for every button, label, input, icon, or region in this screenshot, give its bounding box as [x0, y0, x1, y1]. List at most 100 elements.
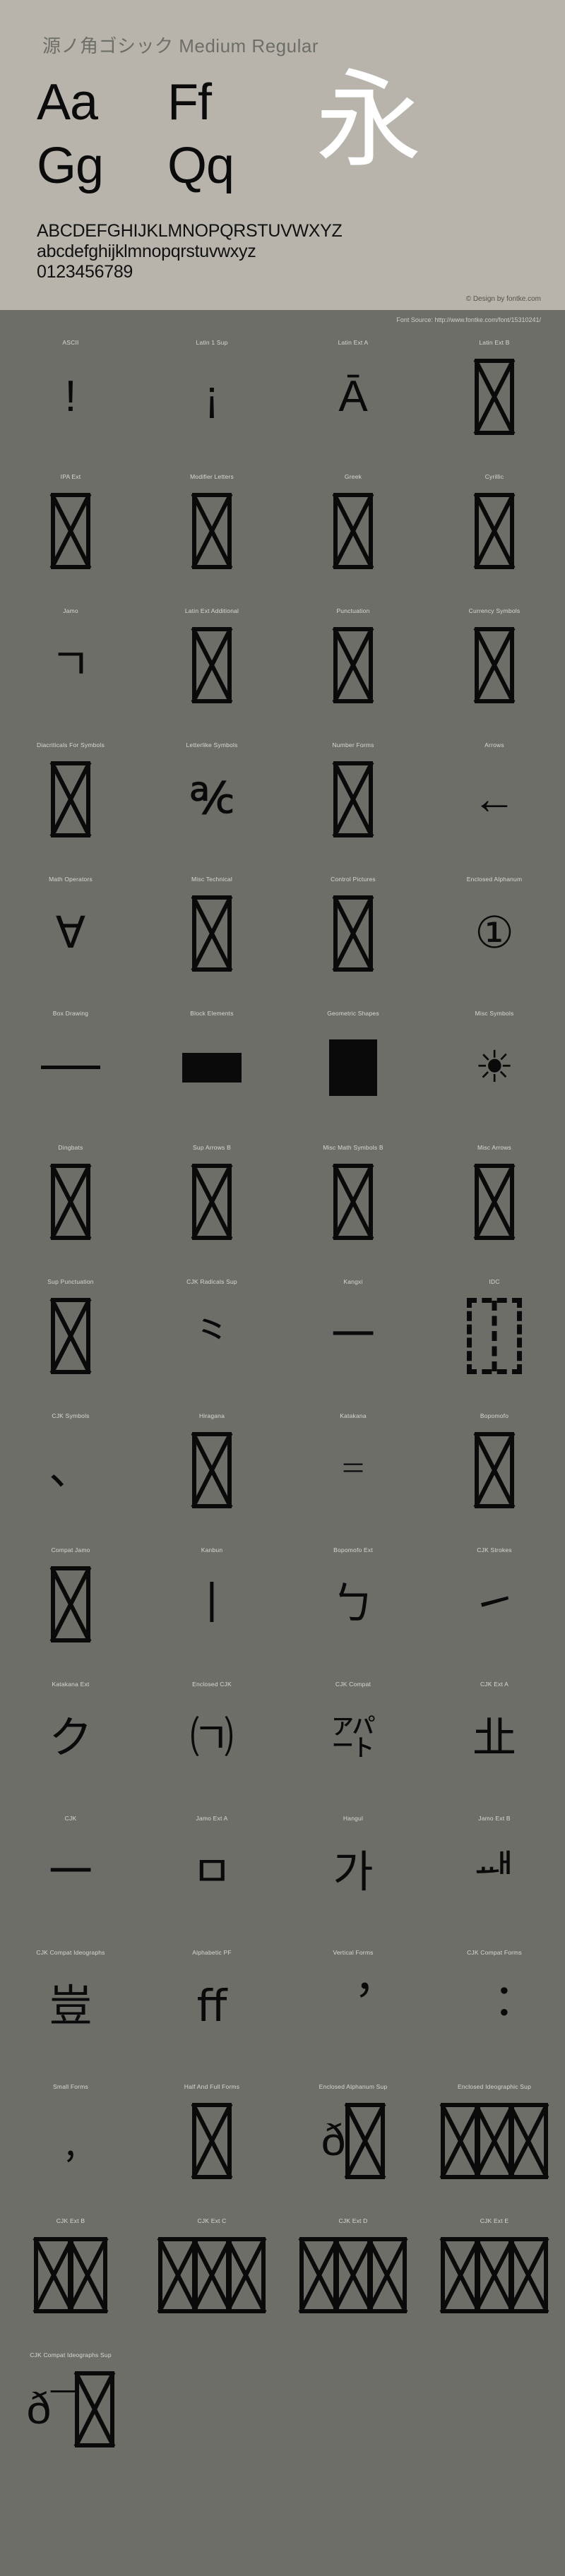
missing-glyph-box: [192, 626, 232, 703]
missing-glyph-box: [226, 2236, 266, 2313]
unicode-block-cell[interactable]: CJK Ext B: [0, 2212, 141, 2347]
unicode-block-glyph: ク: [48, 1713, 93, 1763]
unicode-block-label: CJK Ext C: [197, 2217, 227, 2225]
unicode-block-cell[interactable]: Kangxi 一: [282, 1273, 424, 1407]
unicode-block-label: Hangul: [343, 1815, 364, 1823]
unicode-block-cell[interactable]: Bopomofo: [424, 1407, 565, 1542]
unicode-block-cell[interactable]: CJK Ext E: [424, 2212, 565, 2347]
unicode-block-label: CJK Ext E: [480, 2217, 509, 2225]
unicode-block-cell[interactable]: Enclosed Ideographic Sup: [424, 2078, 565, 2212]
unicode-block-cell[interactable]: Cyrillic: [424, 468, 565, 602]
unicode-block-cell[interactable]: Dingbats: [0, 1139, 141, 1273]
font-source-link[interactable]: Font Source: http://www.fontke.com/font/…: [396, 316, 541, 323]
unicode-block-glyph: [192, 2095, 232, 2187]
unicode-block-cell[interactable]: CJK Compat Ideographs 豈: [0, 1944, 141, 2078]
unicode-block-cell[interactable]: Punctuation: [282, 602, 424, 737]
unicode-block-cell[interactable]: Math Operators ∀: [0, 871, 141, 1005]
unicode-block-cell[interactable]: Katakana Ext ク: [0, 1676, 141, 1810]
unicode-block-glyph: ㌀: [331, 1713, 375, 1763]
unicode-block-cell[interactable]: CJK Compat Forms ︓: [424, 1944, 565, 2078]
unicode-block-cell[interactable]: Misc Symbols ☀: [424, 1005, 565, 1139]
unicode-block-cell[interactable]: Jamo Ext A ㅁ: [141, 1810, 282, 1944]
unicode-block-glyph: ←: [472, 774, 516, 823]
unicode-block-cell[interactable]: Number Forms: [282, 737, 424, 871]
unicode-block-cell[interactable]: Bopomofo Ext ㄅ: [282, 1542, 424, 1676]
unicode-block-glyph: [192, 485, 232, 577]
unicode-block-cell[interactable]: Misc Arrows: [424, 1139, 565, 1273]
unicode-block-cell[interactable]: CJK Ext C: [141, 2212, 282, 2347]
unicode-block-glyph: ゠: [331, 1445, 375, 1494]
missing-glyph-box: [75, 2371, 115, 2447]
unicode-block-cell[interactable]: Small Forms ﹐: [0, 2078, 141, 2212]
unicode-block-cell[interactable]: Sup Arrows B: [141, 1139, 282, 1273]
unicode-block-cell[interactable]: Half And Full Forms: [141, 2078, 282, 2212]
unicode-block-cell[interactable]: CJK Compat Ideographs Sup ð¯: [0, 2347, 141, 2481]
unicode-block-cell[interactable]: Greek: [282, 468, 424, 602]
unicode-block-label: CJK Ext B: [56, 2217, 85, 2225]
unicode-block-cell[interactable]: Letterlike Symbols ℀: [141, 737, 282, 871]
unicode-block-label: CJK Radicals Sup: [186, 1278, 237, 1286]
unicode-block-cell[interactable]: Currency Symbols: [424, 602, 565, 737]
unicode-block-glyph: [34, 2229, 107, 2321]
unicode-block-glyph: [475, 1156, 514, 1248]
missing-glyph-box: [51, 1566, 90, 1642]
unicode-block-glyph: [192, 619, 232, 711]
unicode-block-row: Sup Punctuation CJK Radicals Sup ⺀ Kangxi 一 I…: [0, 1273, 565, 1407]
unicode-block-row: Dingbats Sup Arrows B Misc Math Symbols B M…: [0, 1139, 565, 1273]
unicode-block-cell[interactable]: Arrows ←: [424, 737, 565, 871]
unicode-block-cell[interactable]: CJK 一: [0, 1810, 141, 1944]
unicode-block-label: Hiragana: [198, 1412, 225, 1420]
unicode-block-label: Cyrillic: [484, 473, 504, 481]
glyph-sample-Aa: Aa: [37, 74, 98, 131]
unicode-block-cell[interactable]: Hangul 가: [282, 1810, 424, 1944]
unicode-block-cell[interactable]: Vertical Forms ︐: [282, 1944, 424, 2078]
unicode-block-cell[interactable]: Misc Technical: [141, 871, 282, 1005]
unicode-block-cell[interactable]: Enclosed CJK ㈀: [141, 1676, 282, 1810]
unicode-block-cell[interactable]: Latin Ext B: [424, 334, 565, 468]
unicode-block-label: Dingbats: [58, 1144, 83, 1152]
unicode-block-row: CJK Compat Ideographs 豈 Alphabetic PF ﬀ Vert…: [0, 1944, 565, 2078]
unicode-block-label: Modifier Letters: [190, 473, 234, 481]
unicode-block-cell[interactable]: Block Elements: [141, 1005, 282, 1139]
unicode-block-cell[interactable]: CJK Ext D: [282, 2212, 424, 2347]
unicode-block-cell[interactable]: Kanbun 丨: [141, 1542, 282, 1676]
unicode-block-cell[interactable]: ASCII!: [0, 334, 141, 468]
unicode-block-cell[interactable]: Compat Jamo: [0, 1542, 141, 1676]
unicode-block-cell[interactable]: Jamo ㄱ: [0, 602, 141, 737]
unicode-block-cell[interactable]: CJK Radicals Sup ⺀: [141, 1273, 282, 1407]
unicode-block-cell[interactable]: IPA Ext: [0, 468, 141, 602]
unicode-block-cell[interactable]: Geometric Shapes: [282, 1005, 424, 1139]
unicode-block-cell[interactable]: Latin Ext Additional: [141, 602, 282, 737]
unicode-block-cell[interactable]: CJK Compat ㌀: [282, 1676, 424, 1810]
unicode-block-glyph: ﬀ: [196, 1981, 227, 2031]
unicode-block-row: CJK Symbols 、 Hiragana Katakana ゠ Bopomofo: [0, 1407, 565, 1542]
unicode-block-label: CJK: [64, 1815, 77, 1823]
unicode-block-cell[interactable]: Latin Ext A Ā: [282, 334, 424, 468]
unicode-block-label: Jamo Ext B: [478, 1815, 511, 1823]
unicode-block-row: CJK Compat Ideographs Sup ð¯: [0, 2347, 565, 2481]
unicode-block-glyph: [51, 1558, 90, 1650]
unicode-block-cell[interactable]: CJK Ext A 㐀: [424, 1676, 565, 1810]
unicode-block-cell[interactable]: Diacriticals For Symbols: [0, 737, 141, 871]
unicode-block-cell[interactable]: Hiragana: [141, 1407, 282, 1542]
unicode-block-cell[interactable]: IDC: [424, 1273, 565, 1407]
unicode-block-cell[interactable]: Sup Punctuation: [0, 1273, 141, 1407]
unicode-block-cell[interactable]: Katakana ゠: [282, 1407, 424, 1542]
unicode-block-glyph: ㄅ: [331, 1579, 375, 1628]
unicode-block-cell[interactable]: Enclosed Alphanum Sup ð: [282, 2078, 424, 2212]
unicode-block-label: CJK Ext D: [338, 2217, 368, 2225]
unicode-block-glyph: [441, 2095, 548, 2187]
unicode-block-cell[interactable]: Box Drawing: [0, 1005, 141, 1139]
unicode-block-cell[interactable]: Enclosed Alphanum ①: [424, 871, 565, 1005]
unicode-block-cell[interactable]: Misc Math Symbols B: [282, 1139, 424, 1273]
missing-glyph-box: [475, 626, 514, 703]
unicode-block-glyph: 、: [48, 1445, 93, 1494]
unicode-block-cell[interactable]: Control Pictures: [282, 871, 424, 1005]
unicode-block-cell[interactable]: Latin 1 Sup ¡: [141, 334, 282, 468]
unicode-block-cell[interactable]: Alphabetic PF ﬀ: [141, 1944, 282, 2078]
unicode-block-cell[interactable]: Modifier Letters: [141, 468, 282, 602]
unicode-block-cell[interactable]: CJK Strokes ㇀: [424, 1542, 565, 1676]
unicode-block-cell[interactable]: CJK Symbols 、: [0, 1407, 141, 1542]
unicode-block-cell[interactable]: Jamo Ext B ힳ: [424, 1810, 565, 1944]
missing-glyph-box: [192, 1431, 232, 1508]
